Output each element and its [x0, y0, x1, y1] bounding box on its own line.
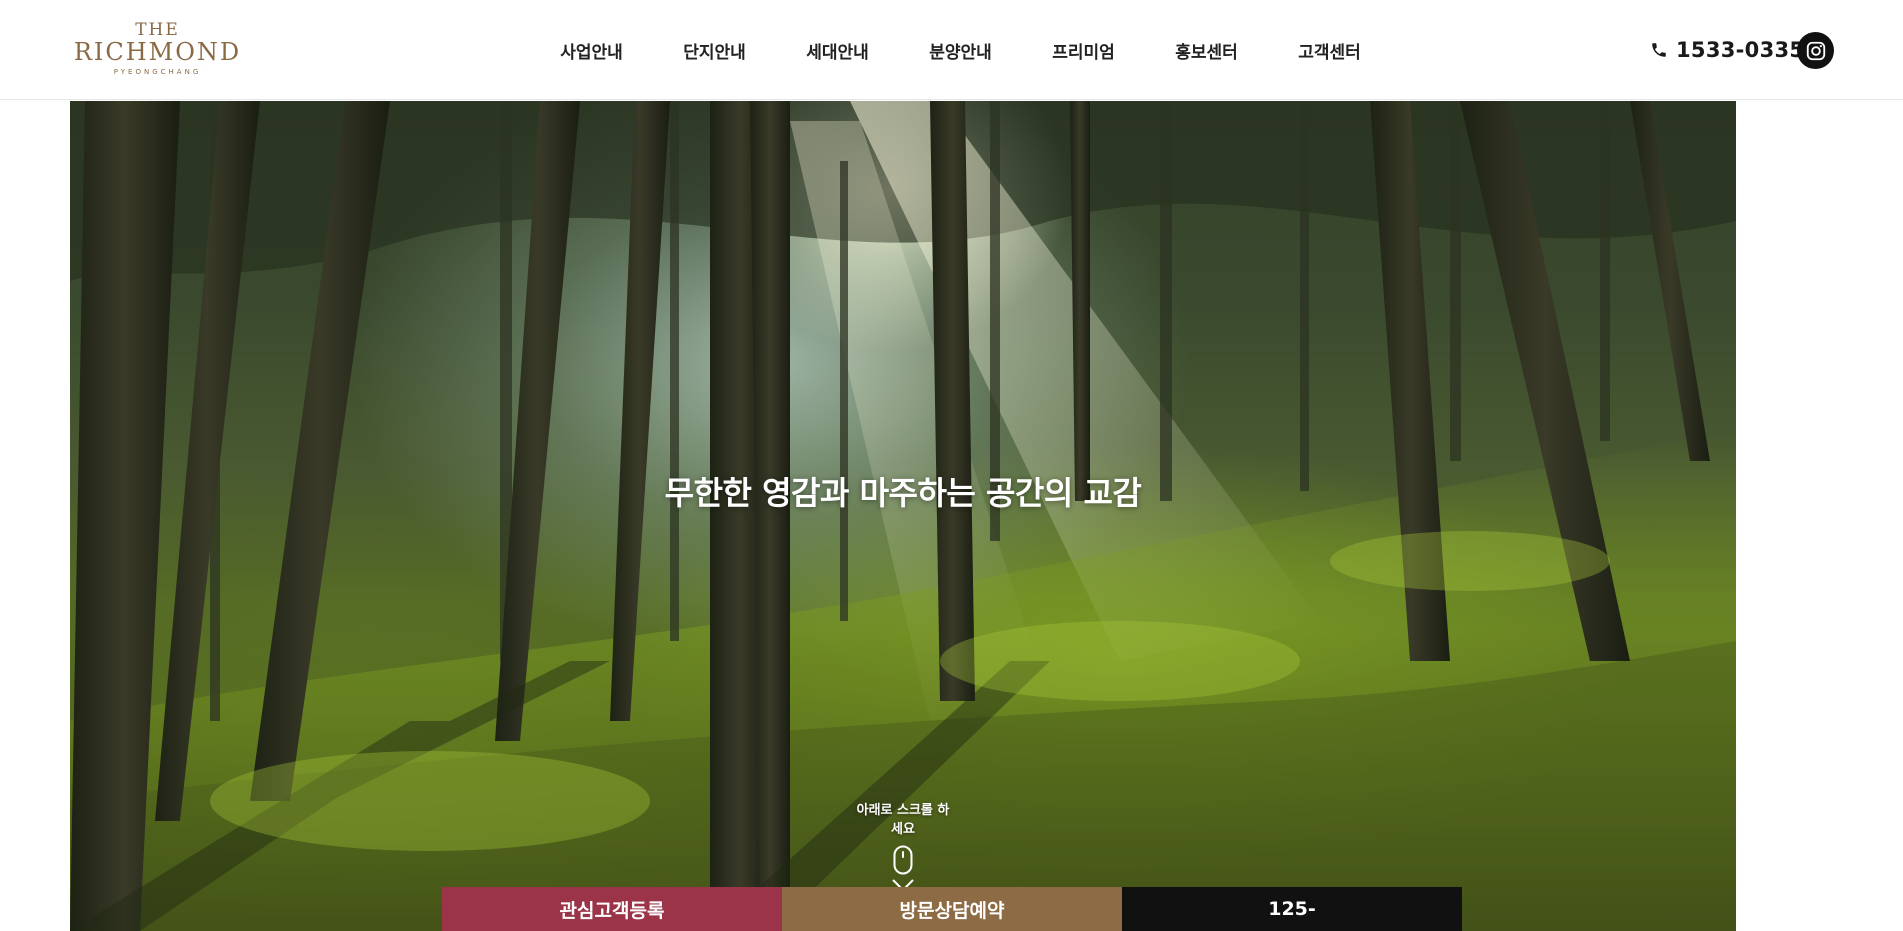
brand-logo[interactable]: THE RICHMOND PYEONGCHANG [70, 22, 245, 78]
nav-item-sales[interactable]: 분양안내 [899, 38, 1022, 63]
hero-forest-image: 무한한 영감과 마주하는 공간의 교감 아래로 스크롤 하세요 [70, 101, 1736, 931]
site-header: THE RICHMOND PYEONGCHANG 사업안내 단지안내 세대안내 … [0, 0, 1903, 100]
nav-item-business[interactable]: 사업안내 [530, 38, 653, 63]
hero-headline: 무한한 영감과 마주하는 공간의 교감 [664, 474, 1142, 512]
logo-name: RICHMOND [73, 38, 242, 66]
phone-cta-button[interactable]: 125- [1122, 887, 1462, 931]
nav-item-customer[interactable]: 고객센터 [1268, 38, 1391, 63]
phone-number: 1533-0335 [1676, 38, 1805, 62]
mouse-icon [893, 845, 913, 875]
scroll-hint[interactable]: 아래로 스크롤 하세요 [853, 799, 953, 891]
nav-item-units[interactable]: 세대안내 [776, 38, 899, 63]
visit-reservation-button[interactable]: 방문상담예약 [782, 887, 1122, 931]
nav-item-complex[interactable]: 단지안내 [653, 38, 776, 63]
register-interest-button[interactable]: 관심고객등록 [442, 887, 782, 931]
cta-bar: 관심고객등록 방문상담예약 125- [442, 887, 1462, 931]
instagram-icon[interactable] [1797, 32, 1834, 69]
header-phone[interactable]: 1533-0335 [1650, 34, 1804, 66]
logo-sub: PYEONGCHANG [113, 68, 202, 76]
scroll-hint-text: 아래로 스크롤 하세요 [856, 803, 950, 837]
logo-the: THE [135, 20, 180, 40]
nav-item-pr[interactable]: 홍보센터 [1145, 38, 1268, 63]
main-nav: 사업안내 단지안내 세대안내 분양안내 프리미엄 홍보센터 고객센터 [530, 0, 1391, 100]
phone-icon [1650, 41, 1668, 59]
nav-item-premium[interactable]: 프리미엄 [1022, 38, 1145, 63]
